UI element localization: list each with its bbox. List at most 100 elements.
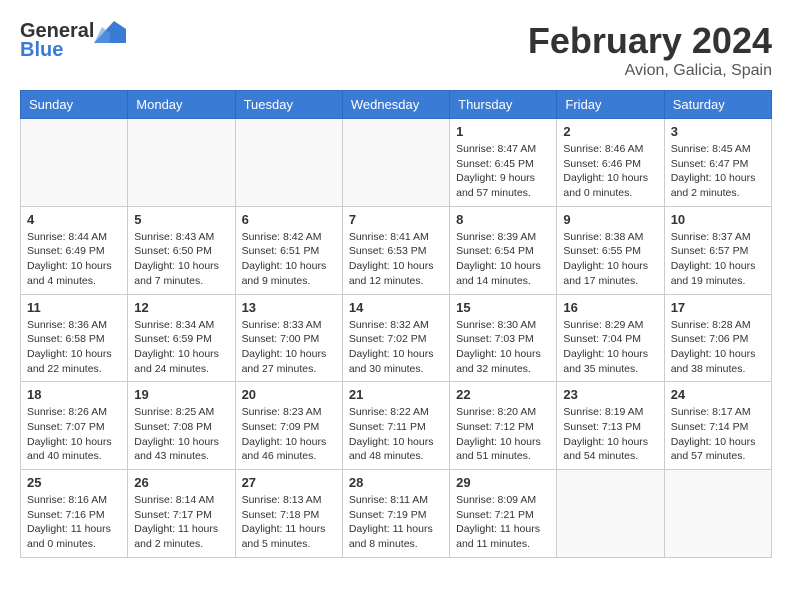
day-number: 23 (563, 387, 657, 402)
calendar-day (557, 470, 664, 558)
day-info: Sunrise: 8:37 AM Sunset: 6:57 PM Dayligh… (671, 230, 765, 289)
calendar-body: 1Sunrise: 8:47 AM Sunset: 6:45 PM Daylig… (21, 119, 772, 558)
day-info: Sunrise: 8:42 AM Sunset: 6:51 PM Dayligh… (242, 230, 336, 289)
day-info: Sunrise: 8:34 AM Sunset: 6:59 PM Dayligh… (134, 318, 228, 377)
day-info: Sunrise: 8:39 AM Sunset: 6:54 PM Dayligh… (456, 230, 550, 289)
day-number: 3 (671, 124, 765, 139)
day-number: 8 (456, 212, 550, 227)
col-sunday: Sunday (21, 91, 128, 119)
col-friday: Friday (557, 91, 664, 119)
day-info: Sunrise: 8:43 AM Sunset: 6:50 PM Dayligh… (134, 230, 228, 289)
calendar-day: 5 Sunrise: 8:43 AM Sunset: 6:50 PM Daylig… (128, 206, 235, 294)
day-info: Sunrise: 8:26 AM Sunset: 7:07 PM Dayligh… (27, 405, 121, 464)
calendar-day: 6 Sunrise: 8:42 AM Sunset: 6:51 PM Daylig… (235, 206, 342, 294)
calendar-day: 13Sunrise: 8:33 AM Sunset: 7:00 PM Dayli… (235, 294, 342, 382)
day-number: 9 (563, 212, 657, 227)
calendar-day: 24 Sunrise: 8:17 AM Sunset: 7:14 PM Dayli… (664, 382, 771, 470)
day-info: Sunrise: 8:25 AM Sunset: 7:08 PM Dayligh… (134, 405, 228, 464)
day-number: 26 (134, 475, 228, 490)
day-number: 5 (134, 212, 228, 227)
day-info: Sunrise: 8:09 AM Sunset: 7:21 PM Dayligh… (456, 493, 550, 552)
day-info: Sunrise: 8:20 AM Sunset: 7:12 PM Dayligh… (456, 405, 550, 464)
calendar-day: 4 Sunrise: 8:44 AM Sunset: 6:49 PM Daylig… (21, 206, 128, 294)
col-tuesday: Tuesday (235, 91, 342, 119)
day-number: 27 (242, 475, 336, 490)
calendar-day (21, 119, 128, 207)
day-number: 10 (671, 212, 765, 227)
day-info: Sunrise: 8:47 AM Sunset: 6:45 PM Dayligh… (456, 142, 550, 201)
day-info: Sunrise: 8:14 AM Sunset: 7:17 PM Dayligh… (134, 493, 228, 552)
day-info: Sunrise: 8:11 AM Sunset: 7:19 PM Dayligh… (349, 493, 443, 552)
calendar-day: 22 Sunrise: 8:20 AM Sunset: 7:12 PM Dayli… (450, 382, 557, 470)
header: General Blue February 2024 Avion, Galici… (20, 20, 772, 80)
calendar-day: 15 Sunrise: 8:30 AM Sunset: 7:03 PM Dayli… (450, 294, 557, 382)
day-number: 18 (27, 387, 121, 402)
calendar-day (342, 119, 449, 207)
calendar-header-row: Sunday Monday Tuesday Wednesday Thursday… (21, 91, 772, 119)
day-number: 25 (27, 475, 121, 490)
calendar-day: 17Sunrise: 8:28 AM Sunset: 7:06 PM Dayli… (664, 294, 771, 382)
calendar-day: 11 Sunrise: 8:36 AM Sunset: 6:58 PM Dayli… (21, 294, 128, 382)
calendar-day: 19 Sunrise: 8:25 AM Sunset: 7:08 PM Dayli… (128, 382, 235, 470)
day-info: Sunrise: 8:36 AM Sunset: 6:58 PM Dayligh… (27, 318, 121, 377)
day-number: 21 (349, 387, 443, 402)
calendar-day: 7 Sunrise: 8:41 AM Sunset: 6:53 PM Daylig… (342, 206, 449, 294)
day-info: Sunrise: 8:32 AM Sunset: 7:02 PM Dayligh… (349, 318, 443, 377)
day-info: Sunrise: 8:38 AM Sunset: 6:55 PM Dayligh… (563, 230, 657, 289)
day-number: 6 (242, 212, 336, 227)
calendar-day: 1Sunrise: 8:47 AM Sunset: 6:45 PM Daylig… (450, 119, 557, 207)
calendar-day: 12Sunrise: 8:34 AM Sunset: 6:59 PM Dayli… (128, 294, 235, 382)
day-info: Sunrise: 8:41 AM Sunset: 6:53 PM Dayligh… (349, 230, 443, 289)
day-number: 15 (456, 300, 550, 315)
day-info: Sunrise: 8:29 AM Sunset: 7:04 PM Dayligh… (563, 318, 657, 377)
day-info: Sunrise: 8:17 AM Sunset: 7:14 PM Dayligh… (671, 405, 765, 464)
logo-icon (94, 21, 126, 43)
calendar-day: 28Sunrise: 8:11 AM Sunset: 7:19 PM Dayli… (342, 470, 449, 558)
col-thursday: Thursday (450, 91, 557, 119)
day-info: Sunrise: 8:33 AM Sunset: 7:00 PM Dayligh… (242, 318, 336, 377)
day-number: 29 (456, 475, 550, 490)
day-number: 7 (349, 212, 443, 227)
calendar-day: 26 Sunrise: 8:14 AM Sunset: 7:17 PM Dayli… (128, 470, 235, 558)
calendar-day: 16 Sunrise: 8:29 AM Sunset: 7:04 PM Dayli… (557, 294, 664, 382)
week-row-5: 25 Sunrise: 8:16 AM Sunset: 7:16 PM Dayli… (21, 470, 772, 558)
day-info: Sunrise: 8:19 AM Sunset: 7:13 PM Dayligh… (563, 405, 657, 464)
location: Avion, Galicia, Spain (528, 62, 772, 80)
calendar-day: 23 Sunrise: 8:19 AM Sunset: 7:13 PM Dayli… (557, 382, 664, 470)
calendar-day: 8 Sunrise: 8:39 AM Sunset: 6:54 PM Daylig… (450, 206, 557, 294)
day-info: Sunrise: 8:44 AM Sunset: 6:49 PM Dayligh… (27, 230, 121, 289)
day-number: 16 (563, 300, 657, 315)
calendar-day: 14 Sunrise: 8:32 AM Sunset: 7:02 PM Dayli… (342, 294, 449, 382)
day-number: 2 (563, 124, 657, 139)
day-number: 11 (27, 300, 121, 315)
day-number: 24 (671, 387, 765, 402)
month-title: February 2024 (528, 20, 772, 62)
day-info: Sunrise: 8:28 AM Sunset: 7:06 PM Dayligh… (671, 318, 765, 377)
logo-blue: Blue (20, 39, 63, 62)
title-area: February 2024 Avion, Galicia, Spain (528, 20, 772, 80)
day-info: Sunrise: 8:30 AM Sunset: 7:03 PM Dayligh… (456, 318, 550, 377)
day-info: Sunrise: 8:45 AM Sunset: 6:47 PM Dayligh… (671, 142, 765, 201)
calendar-day: 3 Sunrise: 8:45 AM Sunset: 6:47 PM Daylig… (664, 119, 771, 207)
calendar-day (235, 119, 342, 207)
calendar-day (664, 470, 771, 558)
day-number: 20 (242, 387, 336, 402)
day-number: 4 (27, 212, 121, 227)
day-number: 19 (134, 387, 228, 402)
calendar-day: 18 Sunrise: 8:26 AM Sunset: 7:07 PM Dayli… (21, 382, 128, 470)
calendar-day: 2Sunrise: 8:46 AM Sunset: 6:46 PM Daylig… (557, 119, 664, 207)
day-number: 14 (349, 300, 443, 315)
day-info: Sunrise: 8:16 AM Sunset: 7:16 PM Dayligh… (27, 493, 121, 552)
day-number: 22 (456, 387, 550, 402)
day-info: Sunrise: 8:23 AM Sunset: 7:09 PM Dayligh… (242, 405, 336, 464)
week-row-4: 18 Sunrise: 8:26 AM Sunset: 7:07 PM Dayli… (21, 382, 772, 470)
calendar-day: 9 Sunrise: 8:38 AM Sunset: 6:55 PM Daylig… (557, 206, 664, 294)
col-wednesday: Wednesday (342, 91, 449, 119)
day-info: Sunrise: 8:22 AM Sunset: 7:11 PM Dayligh… (349, 405, 443, 464)
week-row-3: 11 Sunrise: 8:36 AM Sunset: 6:58 PM Dayli… (21, 294, 772, 382)
calendar-day: 21 Sunrise: 8:22 AM Sunset: 7:11 PM Dayli… (342, 382, 449, 470)
logo: General Blue (20, 20, 126, 62)
calendar-table: Sunday Monday Tuesday Wednesday Thursday… (20, 90, 772, 558)
col-monday: Monday (128, 91, 235, 119)
calendar-day: 25 Sunrise: 8:16 AM Sunset: 7:16 PM Dayli… (21, 470, 128, 558)
